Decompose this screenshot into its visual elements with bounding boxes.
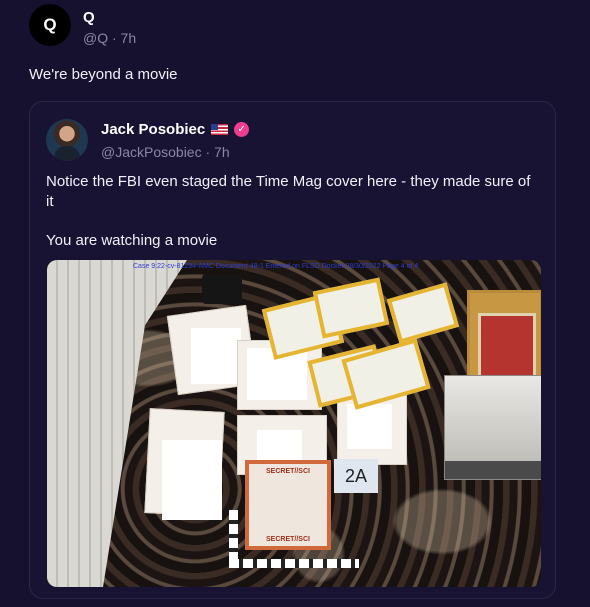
quoted-author-avatar[interactable] — [46, 119, 88, 161]
quoted-post-text-line1: Notice the FBI even staged the Time Mag … — [46, 173, 531, 210]
bankers-box — [444, 375, 541, 480]
cover-bottom-label: SECRET//SCI — [266, 536, 310, 543]
post-image[interactable]: SECRET//SCI SECRET//SCI 2A Case 9:22-cv-… — [47, 260, 541, 587]
quoted-post-text-line2: You are watching a movie — [46, 232, 218, 249]
post: Q Q @Q · 7h We're beyond a movie Jack Po… — [0, 0, 590, 607]
author-avatar[interactable]: Q — [29, 4, 71, 46]
quoted-author-handle-time: @JackPosobiec · 7h — [101, 144, 230, 160]
quoted-author-name[interactable]: Jack Posobiec — [101, 121, 205, 138]
post-text: We're beyond a movie — [29, 66, 178, 83]
evidence-tag: 2A — [334, 459, 378, 493]
document — [347, 404, 392, 449]
cover-top-label: SECRET//SCI — [266, 468, 310, 475]
author-name[interactable]: Q — [83, 9, 95, 26]
quoted-post[interactable]: Jack Posobiec ✓ @JackPosobiec · 7h Notic… — [29, 101, 556, 599]
scale-ruler — [229, 559, 359, 568]
verified-badge-icon: ✓ — [234, 122, 250, 137]
document — [162, 440, 222, 520]
author-handle-time: @Q · 7h — [83, 30, 137, 46]
quoted-author-name-row[interactable]: Jack Posobiec ✓ — [101, 121, 250, 138]
court-document-caption: Case 9:22-cv-81294-AMC Document 48-1 Ent… — [133, 263, 419, 270]
black-object — [202, 274, 242, 304]
document — [191, 328, 241, 384]
us-flag-icon — [211, 124, 229, 135]
secret-sci-cover: SECRET//SCI SECRET//SCI — [245, 460, 331, 550]
